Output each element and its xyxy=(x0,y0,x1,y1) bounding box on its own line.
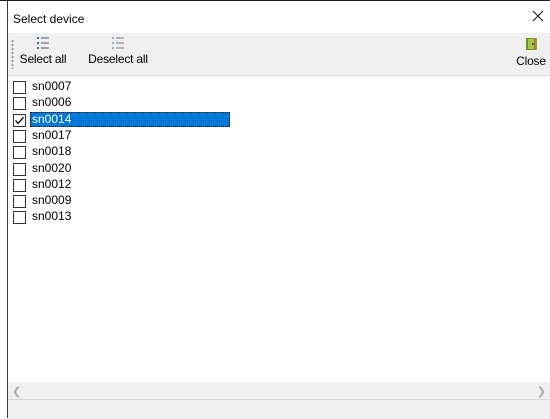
list-item[interactable]: sn0017 xyxy=(11,128,236,144)
list-item[interactable]: sn0009 xyxy=(11,193,236,209)
device-label: sn0017 xyxy=(32,127,72,142)
device-checkbox[interactable] xyxy=(13,195,26,209)
toolbar: Select all Deselect all Close xyxy=(8,33,550,76)
device-checkbox[interactable] xyxy=(13,81,26,94)
device-label: sn0007 xyxy=(32,79,72,93)
list-item[interactable]: sn0013 xyxy=(11,209,236,225)
close-icon xyxy=(532,10,544,22)
device-checkbox[interactable] xyxy=(13,97,26,111)
device-label: sn0012 xyxy=(32,176,72,191)
deselect-all-label: Deselect all xyxy=(88,52,148,66)
list-icon xyxy=(112,37,124,49)
list-item[interactable]: sn0006 xyxy=(11,95,236,111)
deselect-all-button[interactable]: Deselect all xyxy=(83,36,153,72)
close-button[interactable]: Close xyxy=(512,36,550,72)
device-label: sn0013 xyxy=(32,209,72,224)
chevron-left-icon[interactable]: ❮ xyxy=(12,385,21,398)
device-checkbox[interactable] xyxy=(13,211,26,225)
device-checkbox[interactable] xyxy=(13,178,26,192)
device-label: sn0018 xyxy=(32,144,72,159)
window-close-button[interactable] xyxy=(530,8,546,24)
list-item[interactable]: sn0012 xyxy=(11,177,236,193)
status-bar xyxy=(8,399,550,419)
list-item[interactable]: sn0020 xyxy=(11,161,236,177)
device-checkbox[interactable] xyxy=(13,162,26,176)
device-checkbox[interactable] xyxy=(13,146,26,160)
checkmark-icon xyxy=(15,116,24,124)
device-label: sn0009 xyxy=(32,193,72,208)
exit-door-icon xyxy=(526,38,537,50)
device-label: sn0006 xyxy=(32,95,72,110)
list-icon xyxy=(37,37,49,49)
list-item[interactable]: sn0014 xyxy=(11,111,236,128)
select-all-button[interactable]: Select all xyxy=(11,36,75,72)
select-all-label: Select all xyxy=(19,52,67,66)
list-item[interactable]: sn0007 xyxy=(11,79,236,95)
window-title: Select device xyxy=(13,12,85,26)
device-list[interactable]: sn0007 sn0006 sn0014 sn0017 sn0018 sn0020 sn00… xyxy=(8,76,550,382)
device-label: sn0014 xyxy=(30,111,230,127)
device-label: sn0020 xyxy=(32,160,72,175)
close-label: Close xyxy=(516,54,546,68)
title-bar: Select device xyxy=(8,1,550,33)
device-checkbox[interactable] xyxy=(13,129,26,143)
horizontal-scrollbar[interactable]: ❮ ❯ xyxy=(8,382,550,399)
chevron-right-icon[interactable]: ❯ xyxy=(537,385,546,398)
device-checkbox[interactable] xyxy=(13,113,26,127)
list-item[interactable]: sn0018 xyxy=(11,144,236,160)
